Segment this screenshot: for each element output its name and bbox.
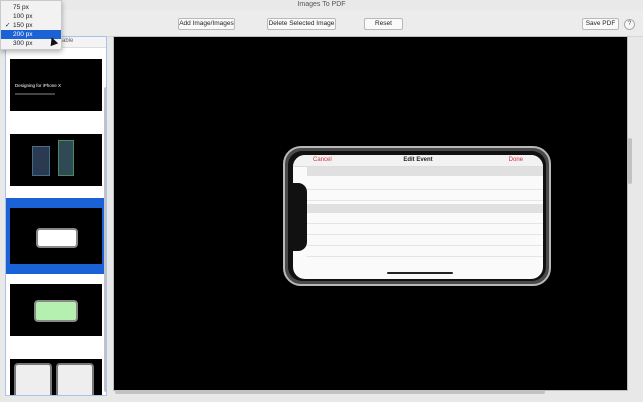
menu-item-150px[interactable]: ✓ 150 px (1, 21, 61, 30)
table-row (307, 245, 543, 246)
menu-item-label: 300 px (13, 40, 33, 47)
phone-notch (293, 183, 307, 251)
help-button[interactable]: ? (624, 19, 635, 30)
table-row (307, 256, 543, 257)
table-row (307, 223, 543, 224)
thumbnail-5-phone-left (14, 363, 52, 395)
nav-done-label: Done (508, 157, 523, 163)
title-bar: Images To PDF (0, 0, 643, 10)
nav-title: Edit Event (403, 157, 433, 163)
sidebar-header-text: able (62, 38, 74, 44)
add-image-button[interactable]: Add Image/Images (178, 18, 235, 30)
thumbnail-1-subtitle-line (15, 93, 55, 95)
save-pdf-button[interactable]: Save PDF (582, 18, 619, 30)
phone-home-indicator (387, 272, 453, 274)
thumbnail-4-phone (34, 300, 78, 322)
preview-horizontal-scrollbar[interactable] (115, 390, 545, 394)
toolbar: Add Image/Images Delete Selected Image R… (0, 10, 643, 39)
thumbnail-3-image (10, 208, 102, 264)
preview-vertical-scrollbar[interactable] (628, 138, 632, 184)
menu-item-label: 100 px (13, 13, 33, 20)
thumbnail-4[interactable] (10, 284, 102, 336)
table-row (307, 234, 543, 235)
menu-item-label: 200 px (13, 31, 33, 38)
group-header-2 (307, 204, 543, 213)
menu-item-100px[interactable]: 100 px (1, 12, 61, 21)
menu-item-label: 75 px (13, 4, 29, 11)
thumbnail-1[interactable]: Designing for iPhone X (10, 59, 102, 111)
thumbnail-3-phone (36, 228, 78, 248)
menu-item-75px[interactable]: 75 px (1, 3, 61, 12)
thumbnail-1-title: Designing for iPhone X (15, 83, 62, 88)
thumbnail-2-panel-right (58, 140, 74, 176)
delete-selected-image-button[interactable]: Delete Selected Image (267, 18, 336, 30)
thumbnail-2[interactable] (10, 134, 102, 186)
table-row (307, 189, 543, 190)
thumbnail-5-phone-right (56, 363, 94, 395)
phone-screen: Cancel Edit Event Done (293, 155, 543, 279)
window-title: Images To PDF (297, 1, 346, 8)
thumbnail-5[interactable] (10, 359, 102, 395)
menu-item-label: 150 px (13, 22, 33, 29)
thumbnail-2-panel-left (32, 146, 50, 176)
reset-button[interactable]: Reset (364, 18, 403, 30)
thumbnail-sidebar[interactable]: able Designing for iPhone X (5, 36, 107, 396)
thumbnail-3-selected[interactable] (6, 198, 106, 274)
sidebar-scrollbar[interactable] (104, 87, 106, 392)
group-header-1 (307, 167, 543, 176)
checkmark-icon: ✓ (5, 22, 11, 29)
table-row (307, 200, 543, 201)
phone-nav-bar: Cancel Edit Event Done (293, 155, 543, 167)
preview-phone-image: Cancel Edit Event Done (283, 146, 551, 286)
